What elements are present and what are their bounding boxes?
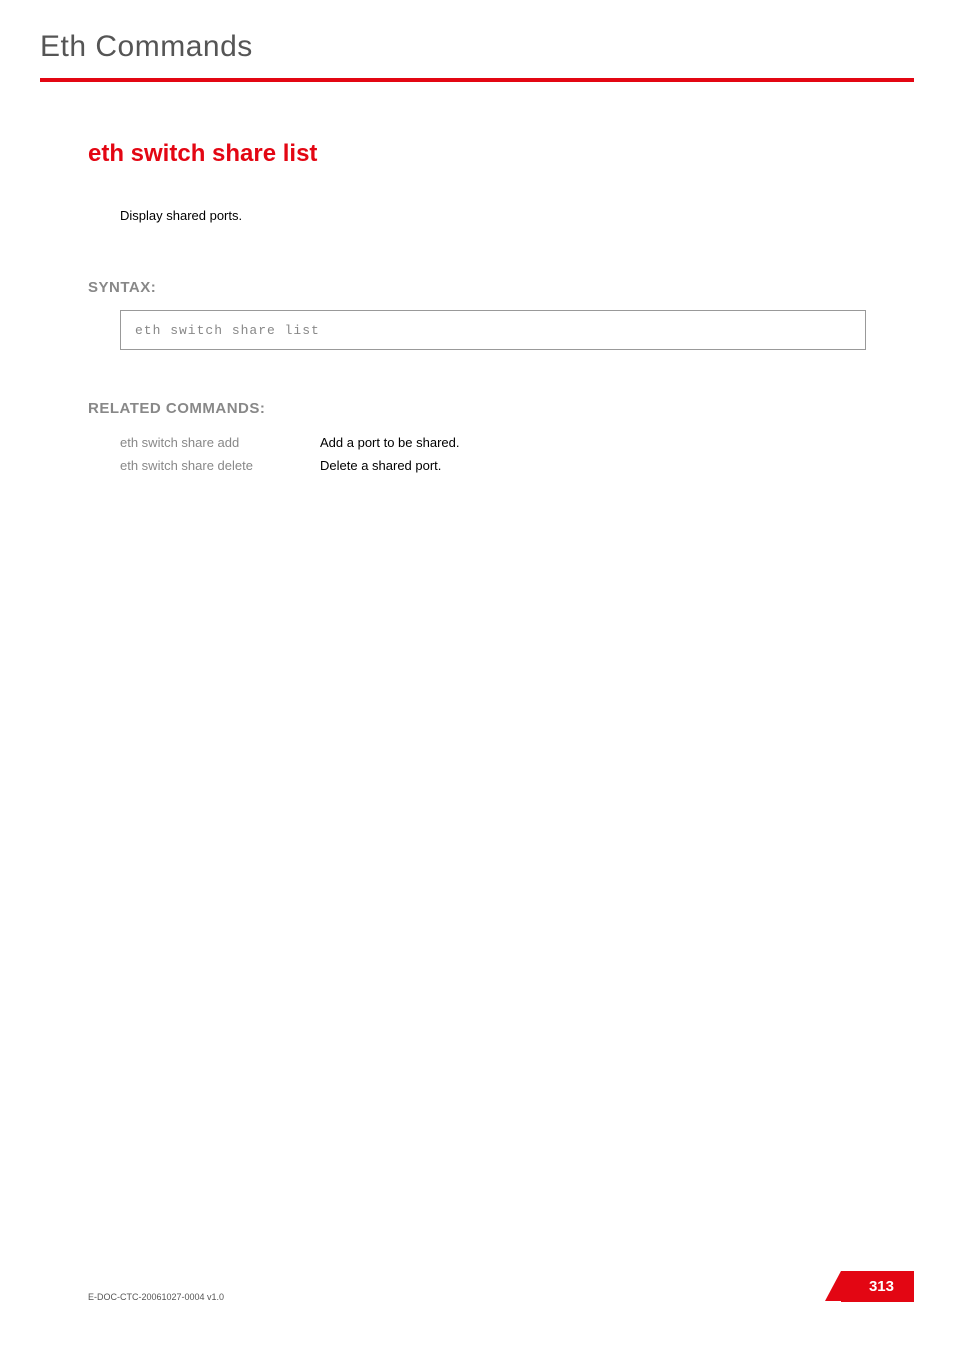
header-divider xyxy=(40,78,914,82)
page-footer: E-DOC-CTC-20061027-0004 v1.0 313 xyxy=(0,1271,954,1302)
syntax-heading: SYNTAX: xyxy=(88,279,866,296)
related-commands-table: eth switch share add Add a port to be sh… xyxy=(120,435,866,473)
related-command-desc: Add a port to be shared. xyxy=(320,435,459,450)
related-command-row: eth switch share add Add a port to be sh… xyxy=(120,435,866,450)
related-commands-heading: RELATED COMMANDS: xyxy=(88,400,866,417)
related-command-link[interactable]: eth switch share delete xyxy=(120,458,320,473)
command-description: Display shared ports. xyxy=(120,208,866,223)
related-command-link[interactable]: eth switch share add xyxy=(120,435,320,450)
page-number: 313 xyxy=(869,1278,894,1295)
command-title: eth switch share list xyxy=(88,140,866,168)
related-command-row: eth switch share delete Delete a shared … xyxy=(120,458,866,473)
syntax-box: eth switch share list xyxy=(120,310,866,350)
footer-doc-id: E-DOC-CTC-20061027-0004 v1.0 xyxy=(88,1292,224,1302)
section-title: Eth Commands xyxy=(40,30,914,64)
page-number-badge: 313 xyxy=(841,1271,914,1302)
related-command-desc: Delete a shared port. xyxy=(320,458,441,473)
syntax-command: eth switch share list xyxy=(135,323,320,338)
